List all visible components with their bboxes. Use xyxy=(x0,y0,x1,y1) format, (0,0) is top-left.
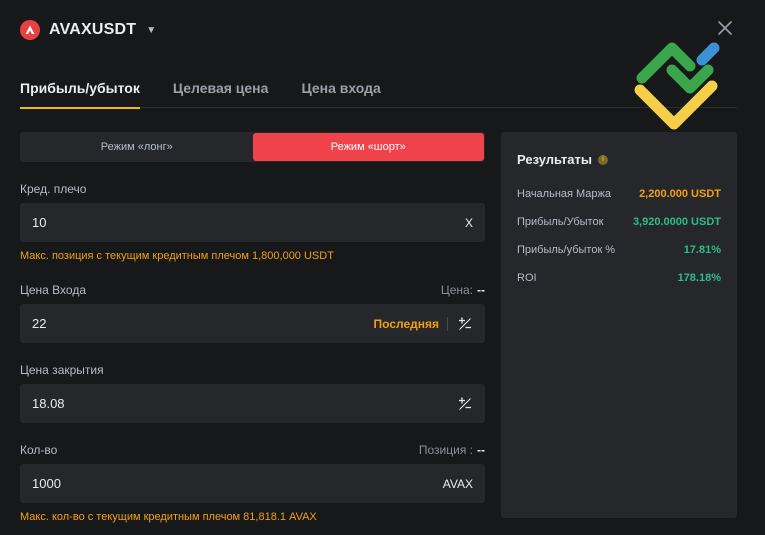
results-title-text: Результаты xyxy=(517,152,592,167)
result-row-pnl: Прибыль/Убыток 3,920.0000 USDT xyxy=(517,215,721,229)
leverage-value[interactable]: 10 xyxy=(32,215,465,230)
quantity-hint: Макс. кол-во с текущим кредитным плечом … xyxy=(20,511,317,523)
position-aux: Позиция : -- xyxy=(419,443,485,457)
tab-target-price[interactable]: Целевая цена xyxy=(173,79,269,108)
chevron-down-icon[interactable]: ▼ xyxy=(146,25,156,36)
price-aux-label: Цена: xyxy=(440,283,473,297)
long-mode-button[interactable]: Режим «лонг» xyxy=(21,133,253,161)
short-mode-button[interactable]: Режим «шорт» xyxy=(252,133,484,161)
result-value: 178.18% xyxy=(677,272,721,284)
price-aux-value: -- xyxy=(477,283,485,297)
close-price-input[interactable]: 18.08 xyxy=(20,384,485,423)
position-aux-value: -- xyxy=(477,443,485,457)
info-icon[interactable]: i xyxy=(597,154,608,165)
latest-price-button[interactable]: Последняя xyxy=(374,317,439,331)
result-label: ROI xyxy=(517,272,537,284)
result-value: 17.81% xyxy=(683,244,721,256)
result-label: Начальная Маржа xyxy=(517,188,612,200)
result-label: Прибыль/убыток % xyxy=(517,244,616,256)
result-value: 3,920.0000 USDT xyxy=(632,216,721,228)
watermark-logo xyxy=(632,40,724,132)
leverage-label: Кред. плечо xyxy=(20,182,87,196)
result-value: 2,200.000 USDT xyxy=(639,188,721,200)
entry-price-input[interactable]: 22 Последняя xyxy=(20,304,485,343)
plus-minus-icon[interactable] xyxy=(457,396,473,412)
quantity-value[interactable]: 1000 xyxy=(32,476,443,491)
result-row-roi: ROI 178.18% xyxy=(517,271,721,285)
position-aux-label: Позиция : xyxy=(418,443,473,457)
quantity-input[interactable]: 1000 AVAX xyxy=(20,464,485,503)
divider xyxy=(447,316,448,331)
quantity-label: Кол-во xyxy=(20,443,58,457)
results-panel: Результаты i Начальная Маржа 2,200.000 U… xyxy=(501,132,737,518)
entry-price-aux: Цена: -- xyxy=(441,283,485,297)
avax-logo-icon xyxy=(20,20,40,40)
leverage-suffix: X xyxy=(464,215,473,230)
header: AVAXUSDT ▼ xyxy=(20,18,156,42)
entry-price-label: Цена Входа xyxy=(20,283,87,297)
calculator-tabs: Прибыль/убыток Целевая цена Цена входа xyxy=(20,79,737,109)
result-row-initial-margin: Начальная Маржа 2,200.000 USDT xyxy=(517,187,721,201)
plus-minus-icon[interactable] xyxy=(457,316,473,332)
results-title: Результаты i xyxy=(517,152,721,167)
leverage-input[interactable]: 10 X xyxy=(20,203,485,242)
symbol-label[interactable]: AVAXUSDT xyxy=(49,21,136,39)
close-price-value[interactable]: 18.08 xyxy=(32,396,457,411)
leverage-hint: Макс. позиция с текущим кредитным плечом… xyxy=(20,250,334,262)
result-label: Прибыль/Убыток xyxy=(517,216,604,228)
result-row-pnl-percent: Прибыль/убыток % 17.81% xyxy=(517,243,721,257)
close-price-label: Цена закрытия xyxy=(20,363,104,377)
calculator-form: Режим «лонг» Режим «шорт» Кред. плечо 10… xyxy=(20,132,485,523)
close-icon[interactable] xyxy=(715,18,735,38)
quantity-suffix: AVAX xyxy=(442,476,473,491)
entry-price-value[interactable]: 22 xyxy=(32,316,374,331)
tab-entry-price[interactable]: Цена входа xyxy=(301,79,380,108)
position-mode-toggle: Режим «лонг» Режим «шорт» xyxy=(20,132,485,162)
tab-pnl[interactable]: Прибыль/убыток xyxy=(20,79,140,109)
